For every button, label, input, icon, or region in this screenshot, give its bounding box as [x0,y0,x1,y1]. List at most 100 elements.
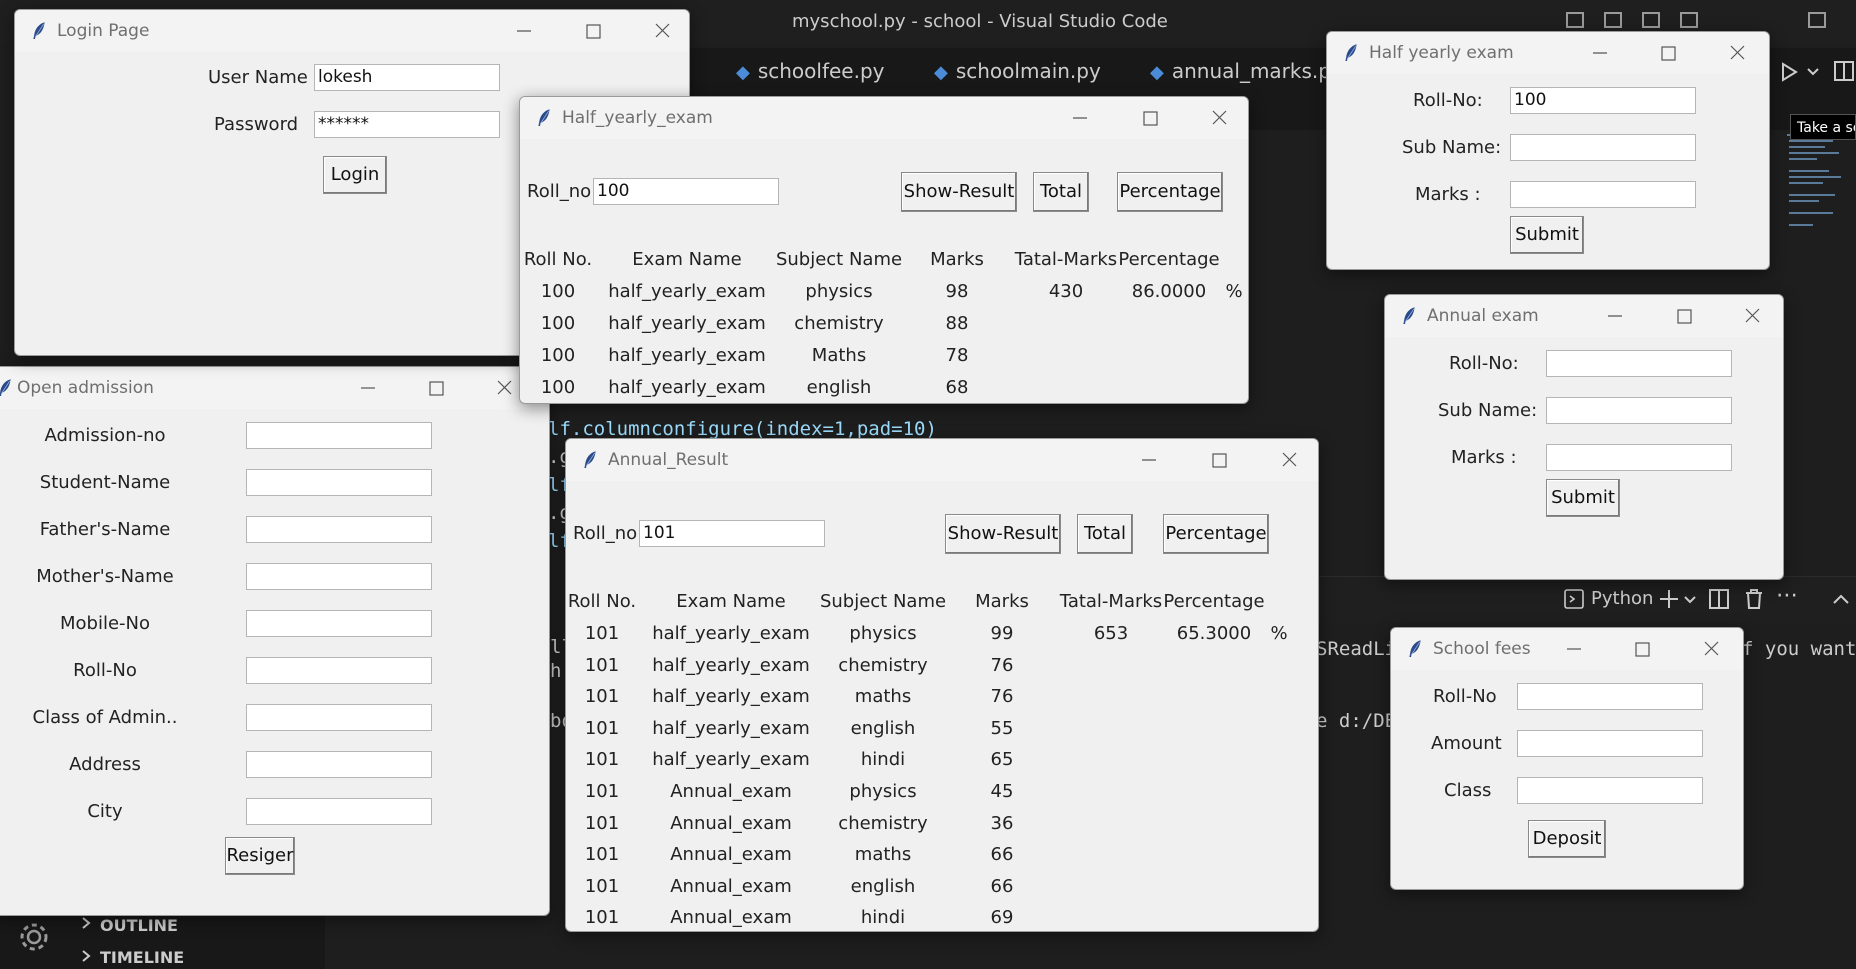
window-restore-icon[interactable] [1808,12,1826,28]
class-input[interactable] [1517,777,1703,804]
rollno-input[interactable]: 100 [593,178,779,205]
annual-entry-window: Annual exam Roll-No: Sub Name: Marks : S… [1384,294,1784,580]
admission-field-input[interactable] [246,516,432,543]
more-icon[interactable]: ⋯ [1776,583,1798,608]
admission-field-input[interactable] [246,751,432,778]
marks-input[interactable] [1546,444,1732,471]
close-icon[interactable] [639,16,685,46]
admission-field-input[interactable] [246,469,432,496]
run-icon[interactable] [1777,60,1801,84]
split-terminal-icon[interactable] [1708,588,1730,610]
username-input[interactable]: lokesh [314,64,500,91]
maximize-icon[interactable] [1127,103,1173,133]
admission-field-input[interactable] [246,610,432,637]
login-button[interactable]: Login [323,156,387,194]
window-title: Login Page [57,21,150,41]
close-icon[interactable] [1266,445,1312,475]
table-cell: hindi [860,749,906,771]
total-button[interactable]: Total [1033,172,1089,212]
minimize-icon[interactable] [1577,38,1623,68]
layout-customize-icon[interactable] [1680,12,1698,28]
minimize-icon[interactable] [1126,445,1172,475]
admission-field-input[interactable] [246,798,432,825]
marks-label: Marks : [1415,184,1481,205]
maximize-icon[interactable] [1645,38,1691,68]
table-cell: 101 [584,875,620,897]
minimize-icon[interactable] [501,16,547,46]
terminal-text: e d:/DE [1316,710,1397,732]
amount-input[interactable] [1517,730,1703,757]
terminal-toolbar: Python ⋯ [1300,576,1856,623]
maximize-icon[interactable] [1619,634,1665,664]
show-result-button[interactable]: Show-Result [901,172,1017,212]
add-terminal-icon[interactable] [1657,587,1681,611]
chevron-up-icon[interactable] [1832,593,1850,605]
tab-schoolfee[interactable]: ◆ schoolfee.py [736,48,885,94]
submit-button[interactable]: Submit [1510,216,1584,254]
gear-icon[interactable] [16,919,52,955]
maximize-icon[interactable] [570,16,616,46]
table-cell: chemistry [838,812,928,834]
close-icon[interactable] [1714,38,1760,68]
minimize-icon[interactable] [1592,301,1638,331]
table-header: Roll No. [523,249,593,270]
percentage-button[interactable]: Percentage [1163,514,1269,554]
rollno-input[interactable]: 100 [1510,87,1696,114]
feather-icon [582,449,598,471]
total-marks: 430 [1048,281,1084,302]
table-cell: half_yearly_exam [608,313,766,334]
rollno-input[interactable] [1517,683,1703,710]
show-result-button[interactable]: Show-Result [945,514,1061,554]
table-cell: 100 [540,281,576,302]
table-cell: physics [849,623,917,644]
outline-section[interactable]: OUTLINE [100,916,178,935]
password-input[interactable]: ****** [314,111,500,138]
minimize-icon[interactable] [345,373,391,403]
timeline-section[interactable]: TIMELINE [100,948,184,967]
table-header: Marks [975,591,1029,612]
tab-annual-marks[interactable]: ◆ annual_marks.py [1150,48,1343,94]
admission-field-input[interactable] [246,422,432,449]
table-cell: physics [849,781,917,802]
chevron-down-icon[interactable] [1806,66,1820,78]
admission-field-input[interactable] [246,563,432,590]
maximize-icon[interactable] [413,373,459,403]
layout-sidebar-icon[interactable] [1566,12,1584,28]
minimap[interactable] [1785,130,1845,250]
maximize-icon[interactable] [1661,301,1707,331]
layout-panel-icon[interactable] [1604,12,1622,28]
split-editor-icon[interactable] [1833,60,1855,82]
percentage-button[interactable]: Percentage [1117,172,1223,212]
minimize-icon[interactable] [1057,103,1103,133]
feather-icon [1407,638,1423,660]
window-title: Half_yearly_exam [562,108,713,128]
table-cell: 101 [584,717,620,739]
maximize-icon[interactable] [1196,445,1242,475]
close-icon[interactable] [1196,103,1242,133]
rollno-label: Roll-No: [1413,90,1483,111]
admission-field-input[interactable] [246,657,432,684]
admission-field-input[interactable] [246,704,432,731]
rollno-input[interactable] [1546,350,1732,377]
close-icon[interactable] [1729,301,1775,331]
table-cell: 65 [990,749,1014,771]
close-icon[interactable] [1688,634,1734,664]
submit-button[interactable]: Submit [1546,479,1620,517]
school-fees-window: School fees Roll-No Amount Class Deposit [1390,627,1744,890]
total-button[interactable]: Total [1077,514,1133,554]
deposit-button[interactable]: Deposit [1528,820,1606,858]
table-cell: 101 [584,654,620,676]
layout-secondary-icon[interactable] [1642,12,1660,28]
minimize-icon[interactable] [1551,634,1597,664]
chevron-down-icon[interactable] [1683,594,1697,606]
tab-schoolmain[interactable]: ◆ schoolmain.py [934,48,1101,94]
subject-input[interactable] [1546,397,1732,424]
window-title: Open admission [17,378,154,398]
register-button[interactable]: Resiger [225,837,295,875]
marks-input[interactable] [1510,181,1696,208]
trash-icon[interactable] [1743,587,1765,611]
subject-input[interactable] [1510,134,1696,161]
terminal-profile[interactable]: Python [1591,588,1653,609]
table-cell: Annual_exam [670,781,792,802]
rollno-input[interactable]: 101 [639,520,825,547]
